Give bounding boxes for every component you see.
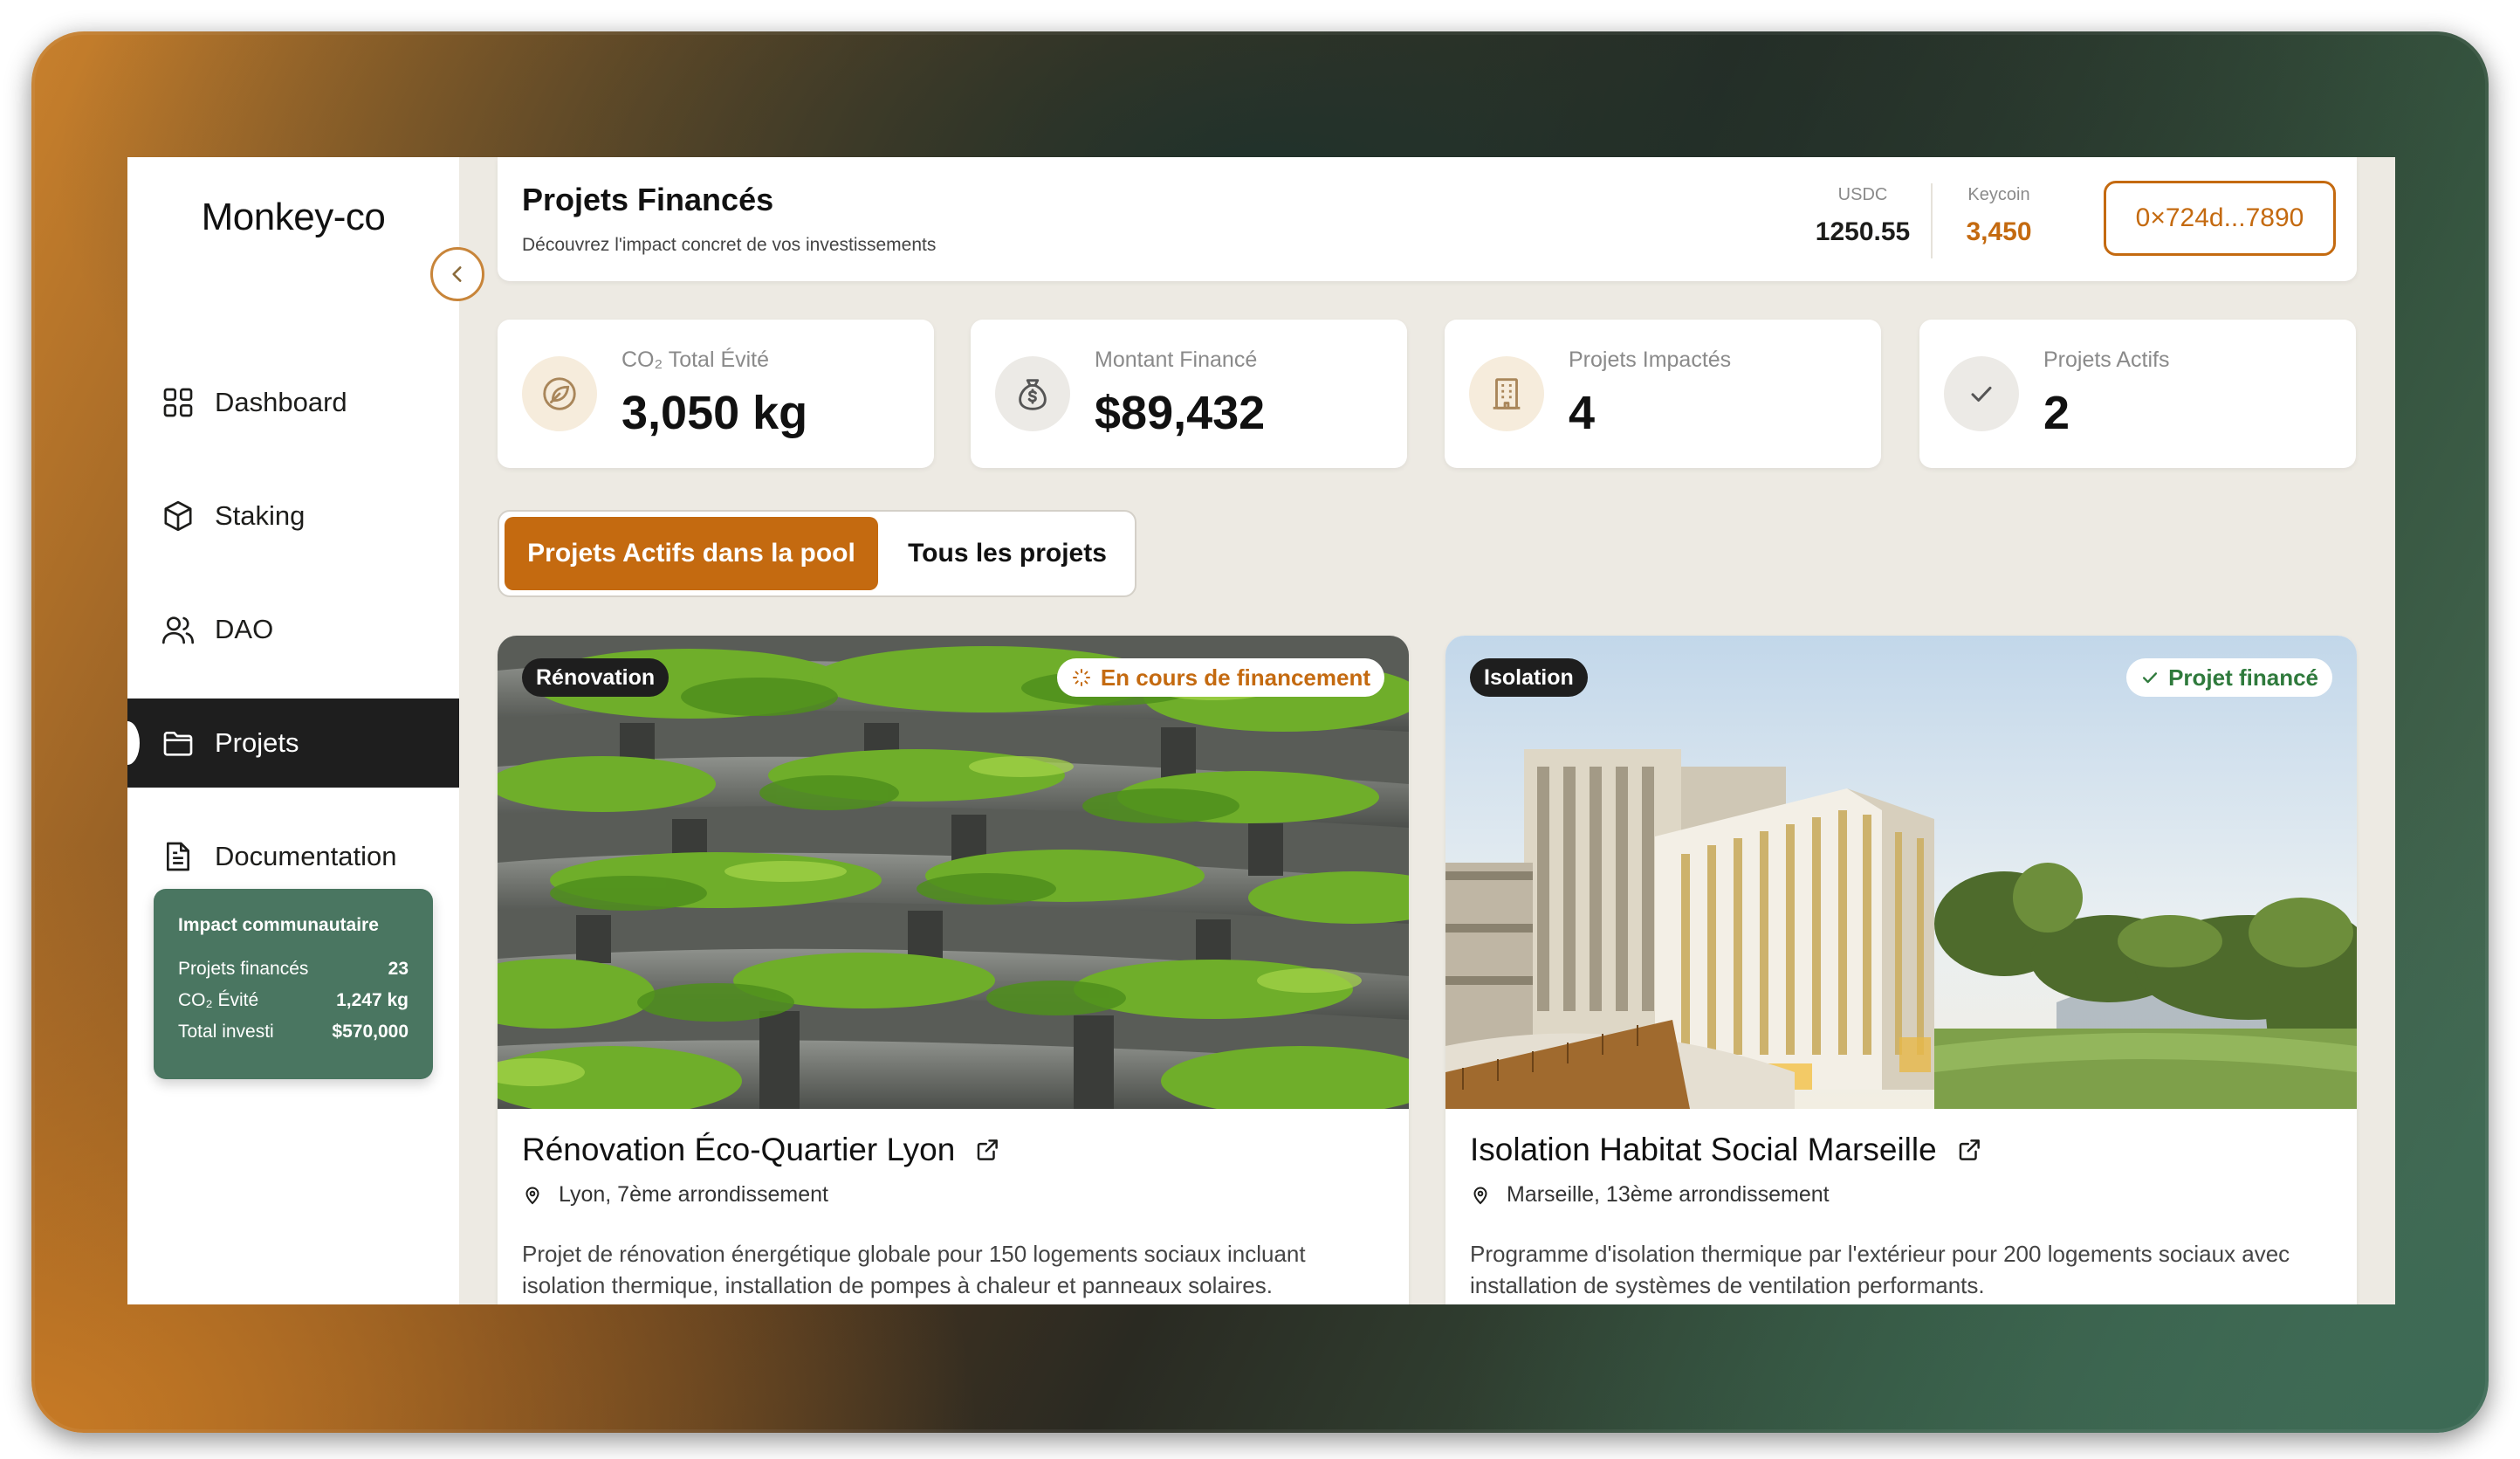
sidebar: Monkey-co Dashboard Staking DAO Projets [127,157,459,1304]
project-location-text: Marseille, 13ème arrondissement [1507,1182,1830,1207]
impact-row: Total investi $570,000 [178,1022,409,1043]
external-link-icon[interactable] [974,1137,1000,1163]
sidebar-item-label: Dashboard [215,387,347,417]
sidebar-item-projets[interactable]: Projets [127,699,459,788]
external-link-icon[interactable] [1956,1137,1982,1163]
impact-row: CO₂ Évité 1,247 kg [178,990,409,1011]
stat-value: 3,050 kg [621,387,808,439]
impact-label: CO₂ Évité [178,990,259,1010]
stat-value: 4 [1569,387,1596,439]
project-description: Projet de rénovation énergétique globale… [522,1241,1306,1298]
stat-card-active-projects: Projets Actifs 2 [1919,320,2356,468]
sidebar-item-label: Projets [215,727,299,758]
balance-label: Keycoin [1967,185,2030,204]
status-label: En cours de financement [1100,664,1370,691]
project-card-marseille[interactable]: Isolation Projet financé Isolation Habit… [1445,636,2357,1304]
tab-active-projects[interactable]: Projets Actifs dans la pool [505,517,878,590]
map-pin-icon [1473,1187,1487,1204]
leaf-icon [522,356,597,431]
sidebar-item-documentation[interactable]: Documentation [127,812,459,901]
stat-label: Projets Actifs [2043,348,2170,372]
status-badge: Projet financé [2126,658,2332,697]
category-badge: Isolation [1470,658,1588,697]
stat-label: Projets Impactés [1569,348,1732,372]
stat-label: CO₂ Total Évité [621,348,770,372]
status-badge: En cours de financement [1056,658,1384,697]
project-tabs: Projets Actifs dans la pool Tous les pro… [498,510,1136,597]
sidebar-item-label: Staking [215,500,306,531]
app-logo: Monkey-co [201,196,386,238]
stat-card-impacted-projects: Projets Impactés 4 [1445,320,1881,468]
building-icon [1469,356,1544,431]
cube-icon [159,497,197,535]
project-image-housing-block: Isolation Projet financé [1445,636,2357,1109]
wallet-address-button[interactable]: 0×724d...7890 [2104,181,2336,256]
map-pin-icon [525,1187,539,1204]
impact-row: Projets financés 23 [178,959,409,980]
stat-label: Montant Financé [1095,348,1258,372]
balance-value: 1250.55 [1815,217,1911,246]
loader-icon [1072,669,1090,686]
impact-value: 23 [388,959,409,979]
impact-label: Projets financés [178,959,309,979]
page-title: Projets Financés [522,182,774,217]
sidebar-item-staking[interactable]: Staking [127,471,459,561]
balance-label: USDC [1837,185,1888,204]
page-subtitle: Découvrez l'impact concret de vos invest… [522,235,937,255]
tab-all-projects[interactable]: Tous les projets [883,517,1131,590]
impact-value: $570,000 [332,1022,409,1042]
project-location: Marseille, 13ème arrondissement [1470,1182,1830,1208]
document-icon [159,837,197,876]
keycoin-balance: Keycoin 3,450 [1947,185,2051,247]
impact-title: Impact communautaire [178,915,379,935]
sidebar-item-dao[interactable]: DAO [127,585,459,674]
project-title: Rénovation Éco-Quartier Lyon [522,1132,1000,1168]
money-bag-icon [995,356,1070,431]
balance-value: 3,450 [1966,217,2032,246]
usdc-balance: USDC 1250.55 [1810,185,1915,247]
sidebar-item-label: Documentation [215,841,397,871]
users-icon [159,610,197,649]
folder-icon [159,724,197,762]
chevron-left-icon [452,266,462,282]
project-description: Programme d'isolation thermique par l'ex… [1470,1241,2290,1298]
stat-card-amount: Montant Financé $89,432 [971,320,1407,468]
project-title-text: Isolation Habitat Social Marseille [1470,1132,1937,1167]
app-window: Monkey-co Dashboard Staking DAO Projets [127,157,2395,1304]
stat-card-co2: CO₂ Total Évité 3,050 kg [498,320,934,468]
check-icon [1944,356,2019,431]
impact-label: Total investi [178,1022,274,1042]
check-icon [2142,672,2158,684]
stat-value: $89,432 [1095,387,1266,439]
balance-divider [1931,183,1933,258]
sidebar-item-dashboard[interactable]: Dashboard [127,358,459,447]
status-label: Projet financé [2168,664,2318,691]
dashboard-icon [159,383,197,422]
stat-value: 2 [2043,387,2070,439]
project-image-green-building: Rénovation En cours de financement [498,636,1409,1109]
project-location: Lyon, 7ème arrondissement [522,1182,828,1208]
project-title: Isolation Habitat Social Marseille [1470,1132,1982,1168]
community-impact-card: Impact communautaire Projets financés 23… [154,889,433,1079]
sidebar-collapse-button[interactable] [430,247,484,301]
page-header: Projets Financés Découvrez l'impact conc… [498,157,2357,281]
category-badge: Rénovation [522,658,669,697]
project-card-lyon[interactable]: Rénovation En cours de financement Rénov… [498,636,1409,1304]
sidebar-item-label: DAO [215,614,274,644]
impact-value: 1,247 kg [336,990,409,1010]
project-location-text: Lyon, 7ème arrondissement [559,1182,828,1207]
project-title-text: Rénovation Éco-Quartier Lyon [522,1132,956,1167]
